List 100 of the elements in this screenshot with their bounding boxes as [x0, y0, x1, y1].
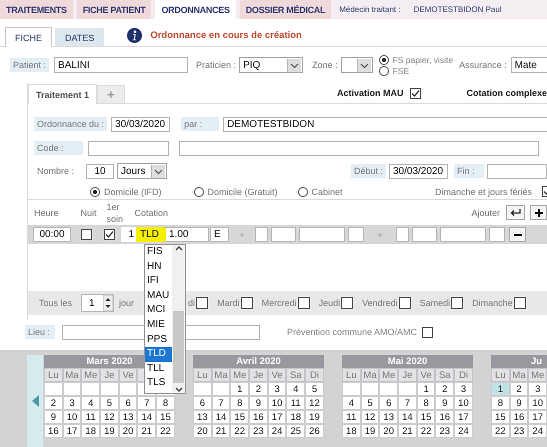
dropdown-option[interactable]: IFI — [145, 274, 172, 289]
day-cell[interactable]: 11 — [81, 410, 100, 424]
treatment-tab[interactable]: Traitement 1 — [28, 84, 98, 104]
day-cell[interactable]: 9 — [510, 396, 528, 410]
dropdown-option[interactable]: MCI — [145, 303, 172, 318]
day-cell[interactable]: 13 — [193, 410, 212, 424]
remove-button[interactable] — [509, 227, 526, 242]
day-cell[interactable]: 4 — [342, 396, 361, 410]
day-cell[interactable]: 16 — [249, 410, 268, 424]
patient-field[interactable]: BALINI — [54, 57, 188, 73]
checkbox[interactable] — [81, 229, 92, 240]
day-cell[interactable]: 9 — [249, 396, 268, 410]
dropdown-option[interactable]: HN — [145, 260, 172, 274]
day-cell[interactable]: 2 — [435, 382, 454, 396]
day-cell[interactable]: 21 — [137, 424, 156, 438]
day-cell[interactable]: 7 — [212, 396, 230, 410]
day-cell[interactable]: 9 — [435, 396, 454, 410]
radio-button[interactable] — [90, 186, 100, 196]
day-cell[interactable]: 24 — [454, 424, 473, 438]
day-cell[interactable]: 20 — [379, 424, 398, 438]
checkbox[interactable] — [514, 297, 526, 309]
day-cell[interactable]: 8 — [230, 396, 250, 410]
day-cell[interactable]: 7 — [137, 396, 156, 410]
day-cell[interactable]: 19 — [100, 424, 119, 438]
end-date-field[interactable] — [487, 164, 547, 178]
day-cell[interactable]: 18 — [286, 410, 306, 424]
day-cell[interactable]: 5 — [100, 396, 119, 410]
day-cell[interactable]: 16 — [435, 410, 454, 424]
day-cell[interactable]: 23 — [249, 424, 268, 438]
day-cell[interactable]: 18 — [342, 424, 361, 438]
day-cell[interactable]: 22 — [156, 424, 175, 438]
day-cell[interactable]: 11 — [286, 396, 306, 410]
day-cell[interactable]: 8 — [491, 396, 510, 410]
day-cell[interactable]: 19 — [305, 410, 324, 424]
top-tab[interactable]: FICHE PATIENT — [76, 0, 152, 19]
scroll-up-icon[interactable] — [174, 245, 182, 251]
checkbox[interactable] — [410, 88, 422, 98]
code-description-field[interactable] — [179, 140, 539, 156]
day-cell[interactable]: 14 — [398, 410, 417, 424]
checkbox[interactable] — [341, 297, 354, 309]
time-field[interactable]: 00:00 — [33, 227, 71, 242]
extra-field[interactable] — [440, 227, 486, 242]
sub-tab[interactable]: DATES — [55, 28, 104, 46]
top-tab[interactable]: TRAITEMENTS — [0, 0, 73, 19]
day-cell[interactable]: 2 — [249, 382, 268, 396]
day-cell[interactable]: 10 — [62, 410, 82, 424]
top-tab[interactable]: DOSSIER MÉDICAL — [240, 0, 332, 19]
day-cell[interactable]: 5 — [360, 396, 380, 410]
quantity-field[interactable]: 1 — [121, 227, 136, 242]
day-cell[interactable]: 18 — [81, 424, 100, 438]
day-cell[interactable]: 8 — [416, 396, 436, 410]
day-cell[interactable]: 22 — [416, 424, 436, 438]
unit-select[interactable]: Jours — [117, 163, 167, 179]
praticien-select[interactable]: PIQ — [239, 57, 304, 73]
assurance-field[interactable]: Mate — [510, 57, 547, 73]
day-cell[interactable]: 4 — [81, 396, 100, 410]
day-cell[interactable]: 24 — [268, 424, 286, 438]
extra-field[interactable] — [348, 227, 364, 242]
dropdown-option[interactable]: FIS — [145, 245, 172, 260]
day-cell[interactable]: 5 — [305, 382, 324, 396]
day-cell[interactable]: 17 — [268, 410, 286, 424]
previous-arrow-icon[interactable] — [32, 395, 38, 407]
day-cell[interactable]: 1 — [416, 382, 436, 396]
checkbox[interactable] — [240, 297, 253, 309]
day-cell[interactable]: 17 — [62, 424, 82, 438]
radio-button[interactable] — [378, 66, 389, 76]
extra-field[interactable] — [271, 227, 296, 242]
day-cell[interactable]: 13 — [379, 410, 398, 424]
day-cell[interactable]: 12 — [360, 410, 380, 424]
day-cell[interactable]: 3 — [62, 396, 82, 410]
extra-field[interactable] — [396, 227, 409, 242]
zone-select[interactable] — [340, 57, 373, 73]
number-field[interactable]: 10 — [86, 164, 114, 178]
checkbox[interactable] — [398, 297, 411, 309]
checkbox[interactable] — [298, 297, 310, 309]
day-cell[interactable]: 16 — [44, 424, 63, 438]
extra-field[interactable] — [489, 227, 505, 242]
day-cell[interactable]: 7 — [398, 396, 417, 410]
day-cell[interactable]: 15 — [230, 410, 250, 424]
dropdown-option[interactable]: MIE — [145, 318, 172, 333]
day-cell[interactable]: 1 — [230, 382, 250, 396]
checkbox[interactable] — [104, 229, 115, 240]
coefficient-field[interactable]: 1.00 — [163, 227, 209, 242]
day-cell[interactable]: 26 — [305, 424, 324, 438]
day-cell[interactable]: 14 — [137, 410, 156, 424]
dropdown-option[interactable]: TLS — [145, 376, 172, 391]
day-cell[interactable]: 25 — [286, 424, 306, 438]
day-cell[interactable]: 10 — [268, 396, 286, 410]
prescriber-field[interactable]: DEMOTESTBIDON — [223, 116, 547, 132]
day-cell[interactable]: 23 — [510, 424, 528, 438]
day-cell[interactable]: 20 — [193, 424, 212, 438]
day-cell[interactable]: 22 — [491, 424, 510, 438]
day-cell[interactable]: 12 — [305, 396, 324, 410]
day-cell[interactable]: 9 — [44, 410, 63, 424]
day-cell[interactable]: 6 — [379, 396, 398, 410]
day-cell[interactable]: 11 — [342, 410, 361, 424]
frequency-spinner[interactable]: 1 — [81, 294, 114, 312]
radio-button[interactable] — [378, 54, 389, 64]
extra-field[interactable] — [299, 227, 345, 242]
day-cell[interactable]: 15 — [156, 410, 175, 424]
